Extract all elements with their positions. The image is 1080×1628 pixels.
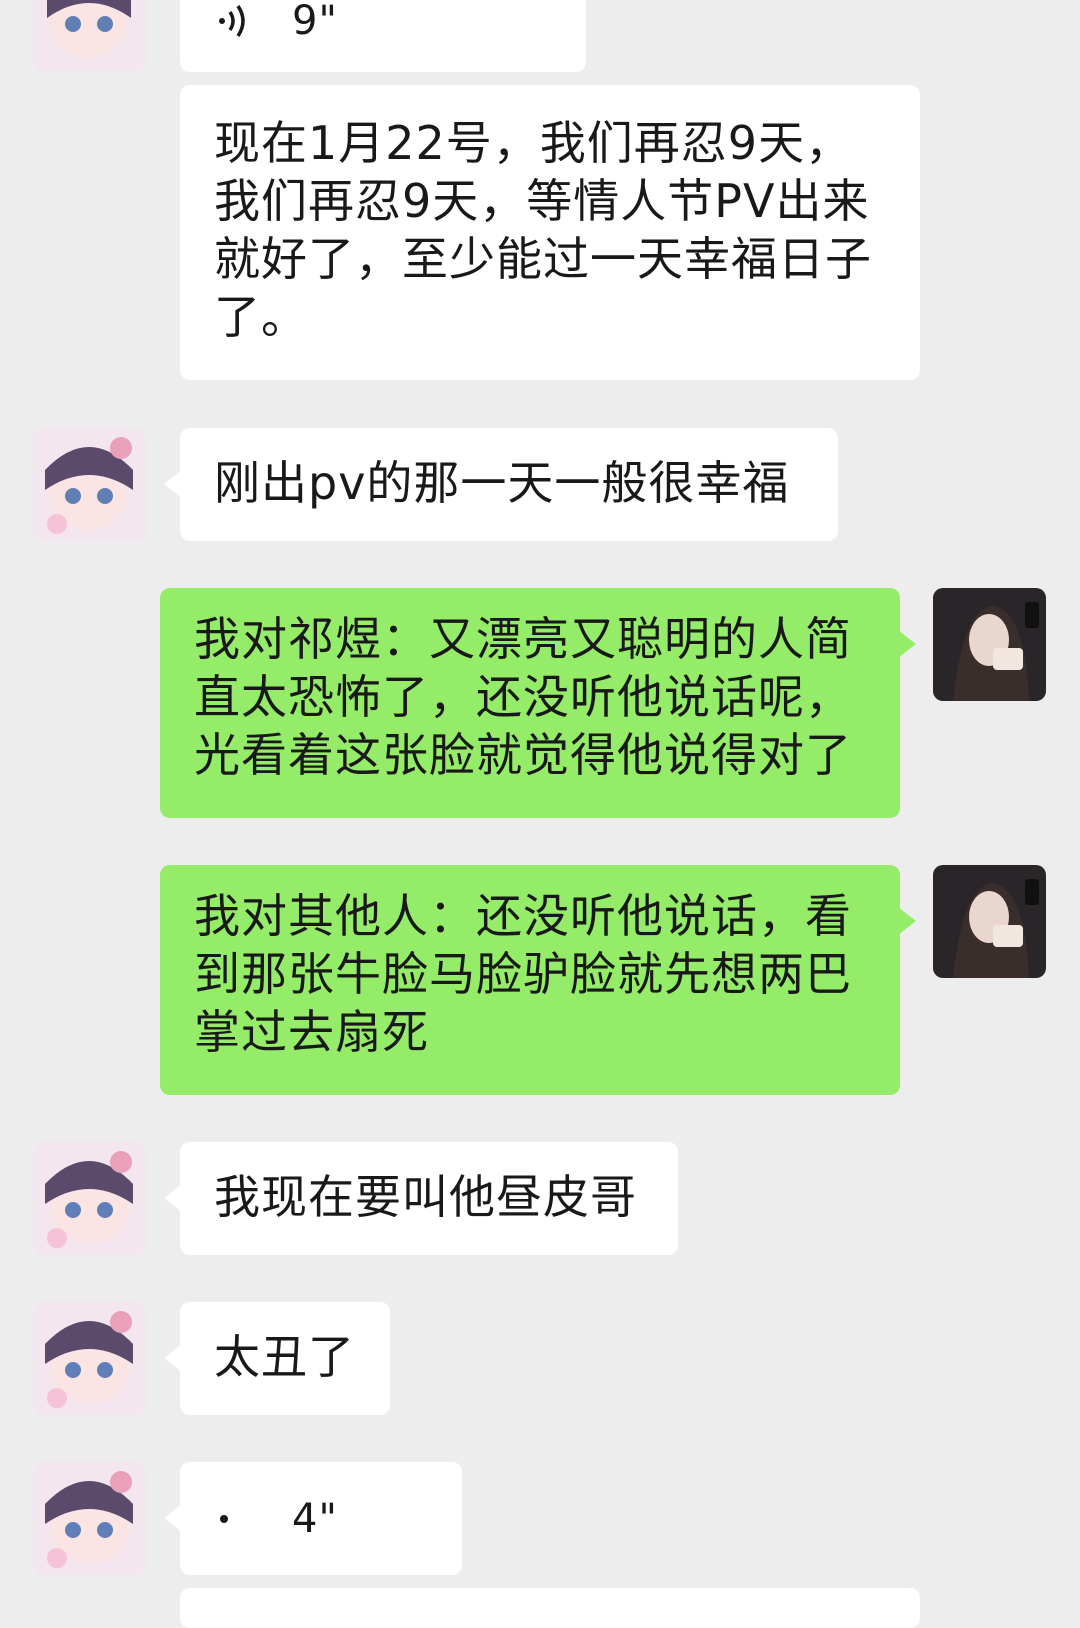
contact-avatar[interactable] xyxy=(33,1142,146,1255)
message-text: 刚出pv的那一天一般很幸福 xyxy=(214,456,790,510)
message-text: 现在1月22号，我们再忍9天，我们再忍9天，等情人节PV出来就好了，至少能过一天… xyxy=(214,116,872,344)
my-avatar[interactable] xyxy=(933,588,1046,701)
message-text: 我对祁煜：又漂亮又聪明的人简直太恐怖了，还没听他说话呢，光看着这张脸就觉得他说得… xyxy=(194,612,852,782)
voice-duration: 4" xyxy=(292,1495,338,1542)
incoming-message-bubble[interactable]: 我现在要叫他昼皮哥 xyxy=(164,1142,678,1255)
incoming-message-bubble[interactable]: 现在1月22号，我们再忍9天，我们再忍9天，等情人节PV出来就好了，至少能过一天… xyxy=(180,85,920,380)
contact-avatar[interactable] xyxy=(33,1462,146,1575)
contact-avatar[interactable] xyxy=(33,428,146,541)
contact-avatar[interactable] xyxy=(33,0,146,71)
voice-duration: 9" xyxy=(292,0,338,44)
voice-wave-icon xyxy=(219,5,245,37)
message-text: 太丑了 xyxy=(214,1330,355,1384)
outgoing-message-bubble[interactable]: 我对祁煜：又漂亮又聪明的人简直太恐怖了，还没听他说话呢，光看着这张脸就觉得他说得… xyxy=(160,588,916,818)
incoming-message-bubble[interactable] xyxy=(180,1588,920,1628)
message-text: 我现在要叫他昼皮哥 xyxy=(214,1170,637,1224)
voice-message-bubble[interactable]: 9" xyxy=(180,0,586,72)
contact-avatar[interactable] xyxy=(33,1302,146,1415)
my-avatar[interactable] xyxy=(933,865,1046,978)
chat-message-list: 9" 现在1月22号，我们再忍9天，我们再忍9天，等情人节PV出来就好了，至少能… xyxy=(0,0,1080,1628)
outgoing-message-bubble[interactable]: 我对其他人：还没听他说话，看到那张牛脸马脸驴脸就先想两巴掌过去扇死 xyxy=(160,865,916,1095)
incoming-message-bubble[interactable]: 太丑了 xyxy=(164,1302,390,1415)
voice-wave-icon xyxy=(220,1514,228,1523)
voice-message-bubble[interactable]: 4" xyxy=(164,1462,462,1575)
incoming-message-bubble[interactable]: 刚出pv的那一天一般很幸福 xyxy=(164,428,838,541)
message-text: 我对其他人：还没听他说话，看到那张牛脸马脸驴脸就先想两巴掌过去扇死 xyxy=(194,889,852,1059)
